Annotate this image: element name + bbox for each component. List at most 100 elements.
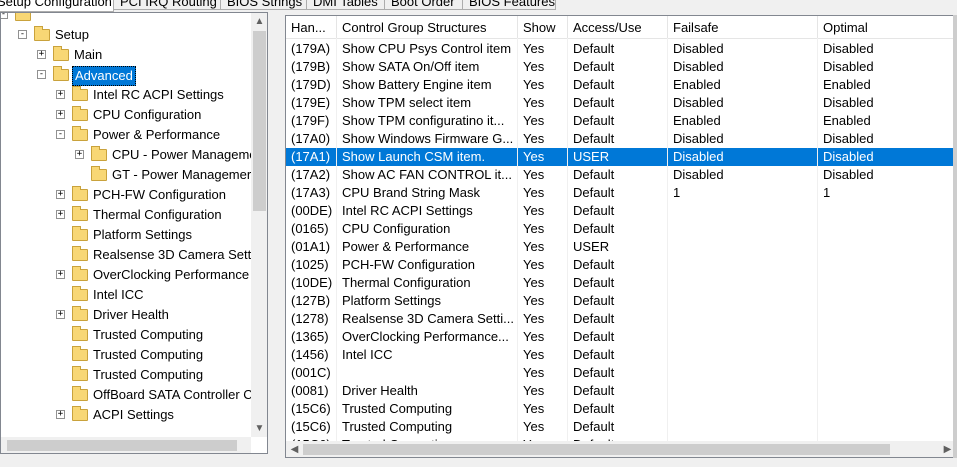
control-group-table[interactable]: Han... Control Group Structures Show Access…	[285, 15, 957, 458]
scroll-left-icon[interactable]: ◀	[286, 441, 303, 457]
table-row[interactable]: (17A0) Show Windows Firmware G... Yes Defau…	[286, 130, 956, 148]
tree-node[interactable]: + PCH-FW Configuration	[1, 185, 251, 205]
table-row[interactable]: (179D) Show Battery Engine item Yes Default…	[286, 76, 956, 94]
tree-node[interactable]: OffBoard SATA Controller C	[1, 385, 253, 405]
setup-tree[interactable]: - - Setup + Main - Advanced + Intel RC ACPI Sett…	[0, 12, 268, 454]
table-cell	[818, 202, 956, 220]
table-cell: Yes	[523, 383, 545, 398]
tree-node[interactable]: Trusted Computing	[1, 325, 251, 345]
table-row[interactable]: (1278) Realsense 3D Camera Setti... Yes Def…	[286, 310, 956, 328]
table-cell: Default	[573, 113, 615, 128]
table-cell	[818, 274, 956, 292]
expand-icon[interactable]: +	[56, 310, 65, 319]
tab-setup-configuration[interactable]: Setup Configuration	[0, 0, 114, 12]
tree-node[interactable]: -	[1, 13, 251, 25]
tree-vertical-scrollbar[interactable]: ▲ ▼	[251, 13, 267, 437]
tree-node[interactable]: + Driver Health	[1, 305, 251, 325]
table-row[interactable]: (0081) Driver Health Yes Default	[286, 382, 956, 400]
column-header[interactable]: Show	[518, 16, 568, 38]
column-header[interactable]: Optimal	[818, 16, 956, 38]
tab-bios-strings[interactable]: BIOS Strings	[220, 0, 307, 10]
table-row[interactable]: (17A3) CPU Brand String Mask Yes Default 1 1	[286, 184, 956, 202]
folder-icon	[72, 346, 88, 361]
column-header[interactable]: Han...	[286, 16, 337, 38]
tab-strip: Setup Configuration PCI IRQ Routing BIOS S…	[0, 0, 957, 12]
table-cell: Disabled	[823, 41, 874, 56]
table-row[interactable]: (17A2) Show AC FAN CONTROL it... Yes Defaul…	[286, 166, 956, 184]
column-divider	[817, 38, 818, 443]
table-row[interactable]: (00DE) Intel RC ACPI Settings Yes Default	[286, 202, 956, 220]
table-hscroll-thumb[interactable]	[303, 444, 890, 455]
tree-horizontal-scrollbar[interactable]	[1, 437, 251, 453]
tree-hscroll-thumb[interactable]	[7, 440, 237, 451]
table-cell: Show TPM select item	[342, 95, 472, 110]
table-row[interactable]: (15C6) Trusted Computing Yes Default	[286, 400, 956, 418]
tree-scroll-thumb[interactable]	[253, 31, 266, 211]
table-horizontal-scrollbar[interactable]: ◀ ▶	[286, 441, 956, 457]
tree-node[interactable]: + Main	[1, 45, 251, 65]
table-row[interactable]: (127B) Platform Settings Yes Default	[286, 292, 956, 310]
table-cell: Enabled	[673, 113, 721, 128]
expand-icon[interactable]: +	[56, 410, 65, 419]
tree-node[interactable]: + CPU - Power Manageme	[1, 145, 257, 165]
tree-node[interactable]: Intel ICC	[1, 285, 251, 305]
column-header[interactable]: Control Group Structures	[337, 16, 518, 38]
table-vertical-scrollbar[interactable]	[953, 15, 957, 458]
table-cell: CPU Configuration	[342, 221, 451, 236]
tree-node[interactable]: Realsense 3D Camera Setti	[1, 245, 254, 265]
expand-icon[interactable]: +	[56, 210, 65, 219]
table-row[interactable]: (001C) Yes Default	[286, 364, 956, 382]
tree-node[interactable]: + ACPI Settings	[1, 405, 251, 425]
expand-icon[interactable]: +	[75, 150, 84, 159]
tree-node[interactable]: + OverClocking Performance	[1, 265, 251, 285]
expand-icon[interactable]: +	[56, 270, 65, 279]
expand-icon[interactable]: +	[37, 50, 46, 59]
collapse-icon[interactable]: -	[56, 130, 65, 139]
scroll-up-icon[interactable]: ▲	[251, 13, 267, 30]
folder-icon	[34, 26, 50, 41]
table-row[interactable]: (179A) Show CPU Psys Control item Yes Defau…	[286, 40, 956, 58]
expand-icon[interactable]: +	[56, 190, 65, 199]
tab-dmi-tables[interactable]: DMI Tables	[306, 0, 385, 10]
table-row[interactable]: (1025) PCH-FW Configuration Yes Default	[286, 256, 956, 274]
scroll-down-icon[interactable]: ▼	[251, 420, 267, 437]
tree-node[interactable]: + Intel RC ACPI Settings	[1, 85, 251, 105]
column-header[interactable]: Access/Use	[568, 16, 668, 38]
tree-node[interactable]: - Power & Performance	[1, 125, 251, 145]
table-row[interactable]: (1365) OverClocking Performance... Yes Defa…	[286, 328, 956, 346]
table-row[interactable]: (0165) CPU Configuration Yes Default	[286, 220, 956, 238]
table-row[interactable]: (179B) Show SATA On/Off item Yes Default Dis…	[286, 58, 956, 76]
tree-node[interactable]: Trusted Computing	[1, 365, 251, 385]
table-cell	[668, 274, 818, 292]
tree-node[interactable]: + Thermal Configuration	[1, 205, 251, 225]
collapse-icon[interactable]: -	[18, 30, 27, 39]
tab-bios-features[interactable]: BIOS Features	[462, 0, 556, 10]
tree-node[interactable]: + CPU Configuration	[1, 105, 251, 125]
table-cell: (1025)	[291, 257, 329, 272]
table-cell	[818, 256, 956, 274]
collapse-icon[interactable]: -	[1, 13, 8, 19]
table-cell: Default	[573, 383, 615, 398]
table-row[interactable]: (1456) Intel ICC Yes Default	[286, 346, 956, 364]
column-divider	[517, 38, 518, 443]
tab-boot-order[interactable]: Boot Order	[384, 0, 463, 10]
tree-node[interactable]: - Advanced	[1, 65, 251, 86]
table-row[interactable]: (15C6) Trusted Computing Yes Default	[286, 418, 956, 436]
table-cell: Trusted Computing	[342, 419, 453, 434]
expand-icon[interactable]: +	[56, 110, 65, 119]
tab-pci-irq-routing[interactable]: PCI IRQ Routing	[113, 0, 221, 10]
table-cell: (01A1)	[291, 239, 331, 254]
tree-node[interactable]: Platform Settings	[1, 225, 251, 245]
table-row[interactable]: (01A1) Power & Performance Yes USER	[286, 238, 956, 256]
expand-icon[interactable]: +	[56, 90, 65, 99]
table-cell	[818, 292, 956, 310]
table-row[interactable]: (179F) Show TPM configuratino it... Yes Def…	[286, 112, 956, 130]
table-row[interactable]: (17A1) Show Launch CSM item. Yes USER Disabl…	[286, 148, 956, 166]
column-header[interactable]: Failsafe	[668, 16, 818, 38]
tree-node[interactable]: - Setup	[1, 25, 251, 45]
tree-node[interactable]: GT - Power Managemer	[1, 165, 251, 185]
table-row[interactable]: (179E) Show TPM select item Yes Default Disa…	[286, 94, 956, 112]
table-row[interactable]: (10DE) Thermal Configuration Yes Default	[286, 274, 956, 292]
tree-node[interactable]: Trusted Computing	[1, 345, 251, 365]
collapse-icon[interactable]: -	[37, 70, 46, 79]
